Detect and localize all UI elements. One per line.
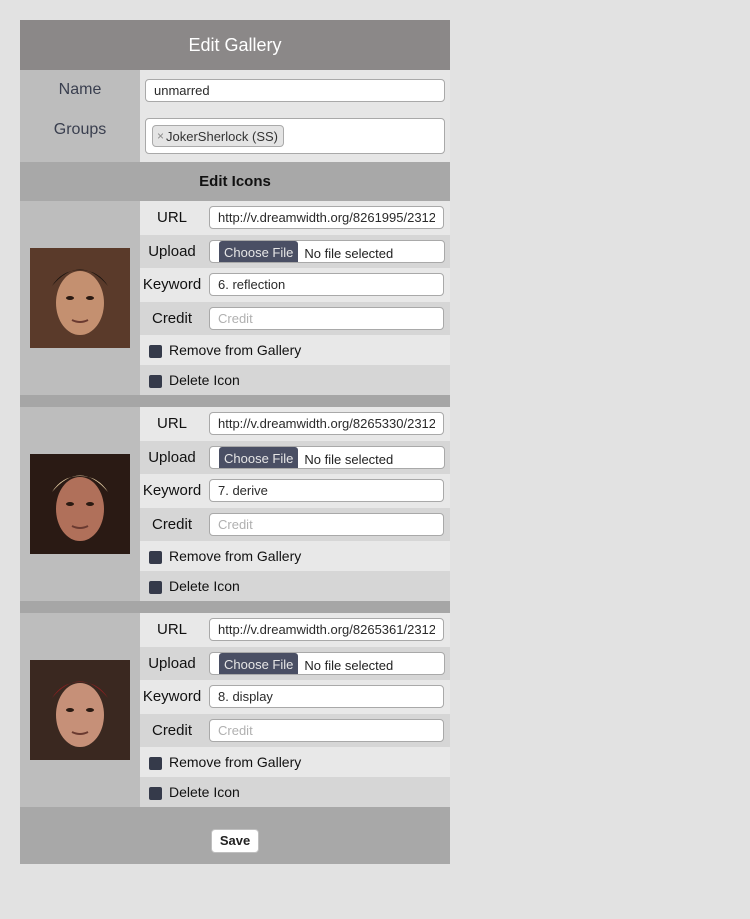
icon-image-cell [20,407,140,601]
delete-icon-checkbox[interactable] [149,580,162,594]
credit-label: Credit [151,515,192,533]
url-input[interactable] [209,618,444,642]
icon-image-cell [20,613,140,807]
url-row: URL [140,201,450,235]
file-upload-input[interactable]: Choose File No file selected [209,651,445,675]
icon-thumbnail [30,660,130,760]
upload-row: Upload Choose File No file selected [140,646,450,680]
choose-file-button[interactable]: Choose File [219,446,299,468]
icon-fields: URL Upload Choose File No file selected Keyw… [140,201,450,395]
url-label: URL [156,209,187,227]
upload-row: Upload Choose File No file selected [140,440,450,474]
no-file-text: No file selected [304,245,394,261]
remove-from-gallery-checkbox[interactable] [149,756,162,770]
delete-icon-row[interactable]: Delete Icon [140,365,450,395]
groups-label: Groups [20,110,140,162]
credit-input[interactable] [209,512,444,536]
delete-icon-row[interactable]: Delete Icon [140,571,450,601]
upload-label: Upload [148,448,196,466]
remove-from-gallery-row[interactable]: Remove from Gallery [140,747,450,777]
credit-row: Credit [140,507,450,541]
url-label: URL [156,621,187,639]
icon-entry: URL Upload Choose File No file selected Keyw… [20,613,450,807]
name-cell [140,70,450,110]
icon-entry: URL Upload Choose File No file selected Keyw… [20,407,450,601]
credit-label: Credit [151,721,192,739]
remove-from-gallery-label: Remove from Gallery [169,548,302,564]
credit-row: Credit [140,301,450,335]
url-label: URL [156,415,187,433]
delete-icon-label: Delete Icon [169,372,240,388]
icon-fields: URL Upload Choose File No file selected Keyw… [140,407,450,601]
delete-icon-checkbox[interactable] [149,374,162,388]
group-tag-label: JokerSherlock (SS) [166,128,278,144]
groups-row: Groups × JokerSherlock (SS) [20,110,450,162]
icon-thumbnail [30,248,130,348]
remove-from-gallery-label: Remove from Gallery [169,754,302,770]
icon-image-cell [20,201,140,395]
upload-row: Upload Choose File No file selected [140,234,450,268]
file-upload-input[interactable]: Choose File No file selected [209,445,445,469]
name-input[interactable] [145,78,445,102]
choose-file-button[interactable]: Choose File [219,240,299,262]
delete-icon-checkbox[interactable] [149,786,162,800]
icons-list: URL Upload Choose File No file selected Keyw… [20,201,450,807]
remove-from-gallery-checkbox[interactable] [149,344,162,358]
icon-divider [20,395,450,407]
edit-gallery-panel: Edit Gallery Name Groups × JokerSherlock… [20,20,450,864]
keyword-input[interactable] [209,479,444,503]
url-input[interactable] [209,206,444,230]
credit-row: Credit [140,713,450,747]
remove-from-gallery-checkbox[interactable] [149,550,162,564]
keyword-row: Keyword [140,680,450,714]
keyword-label: Keyword [142,276,202,294]
url-input[interactable] [209,412,444,436]
no-file-text: No file selected [304,451,394,467]
remove-from-gallery-row[interactable]: Remove from Gallery [140,541,450,571]
page-title: Edit Gallery [20,20,450,70]
remove-from-gallery-label: Remove from Gallery [169,342,302,358]
remove-from-gallery-row[interactable]: Remove from Gallery [140,335,450,365]
icon-divider [20,601,450,613]
groups-select[interactable]: × JokerSherlock (SS) [145,118,445,154]
file-upload-input[interactable]: Choose File No file selected [209,239,445,263]
form-footer: Save [20,807,450,864]
keyword-label: Keyword [142,688,202,706]
choose-file-button[interactable]: Choose File [219,652,299,674]
credit-input[interactable] [209,306,444,330]
groups-cell: × JokerSherlock (SS) [140,110,450,162]
keyword-label: Keyword [142,482,202,500]
credit-label: Credit [151,309,192,327]
credit-input[interactable] [209,718,444,742]
save-button[interactable]: Save [210,828,260,853]
keyword-input[interactable] [209,273,444,297]
upload-label: Upload [148,654,196,672]
edit-icons-heading: Edit Icons [20,162,450,201]
keyword-input[interactable] [209,685,444,709]
delete-icon-label: Delete Icon [169,578,240,594]
delete-icon-row[interactable]: Delete Icon [140,777,450,807]
url-row: URL [140,407,450,441]
keyword-row: Keyword [140,268,450,302]
name-row: Name [20,70,450,110]
keyword-row: Keyword [140,474,450,508]
icon-entry: URL Upload Choose File No file selected Keyw… [20,201,450,395]
upload-label: Upload [148,242,196,260]
url-row: URL [140,613,450,647]
name-label: Name [20,70,140,110]
no-file-text: No file selected [304,657,394,673]
remove-tag-icon[interactable]: × [157,129,164,143]
icon-thumbnail [30,454,130,554]
group-tag: × JokerSherlock (SS) [152,125,284,147]
delete-icon-label: Delete Icon [169,784,240,800]
icon-fields: URL Upload Choose File No file selected Keyw… [140,613,450,807]
